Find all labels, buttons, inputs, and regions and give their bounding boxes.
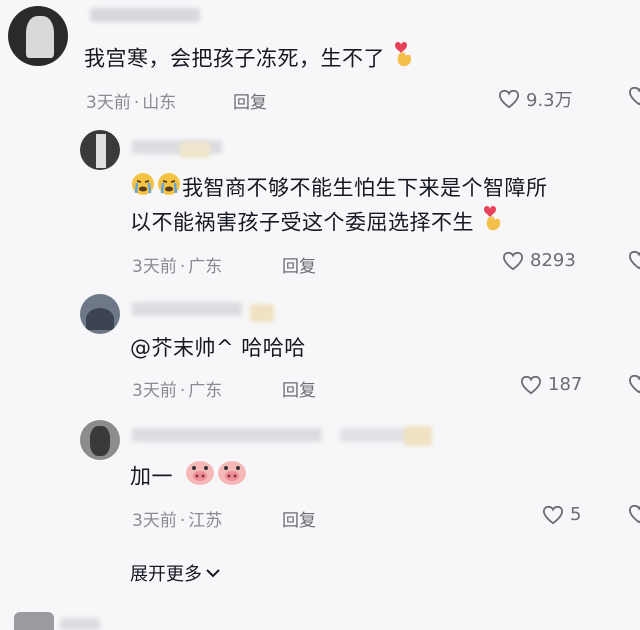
avatar[interactable] <box>80 294 120 334</box>
comment-body-line2: 以不能祸害孩子受这个委屈选择不生 <box>130 210 474 235</box>
blurred-username-badge <box>250 304 274 322</box>
finger-heart-emoji-icon <box>481 204 505 243</box>
chevron-down-icon <box>206 569 220 578</box>
comment-meta: 3天前 · 江苏 <box>132 511 223 531</box>
like-button[interactable]: 5 <box>542 504 581 525</box>
like-count: 187 <box>548 374 583 395</box>
heart-outline-icon <box>628 374 640 394</box>
blurred-username-badge <box>180 142 210 158</box>
like-count: 9.3万 <box>526 90 573 111</box>
heart-outline-icon <box>628 504 640 524</box>
blurred-username[interactable] <box>90 8 200 22</box>
pig-face-emoji-icon <box>184 458 216 497</box>
like-count: 8293 <box>530 250 576 271</box>
heart-outline-icon <box>502 251 524 270</box>
expand-more-label: 展开更多 <box>130 564 202 585</box>
avatar[interactable] <box>80 420 120 460</box>
reply-button[interactable]: 回复 <box>282 252 316 277</box>
heart-outline-icon <box>498 89 520 109</box>
comment-meta: 3天前 · 广东 <box>132 257 223 277</box>
expand-more-button[interactable]: 展开更多 <box>130 560 221 586</box>
comments-page: 我宫寒，会把孩子冻死，生不了 3天前 · 山东 回复 9.3万 我智商不够不能生… <box>0 0 640 630</box>
blurred-username-extra <box>340 428 410 442</box>
comment-text-line2: 以不能祸害孩子受这个委屈选择不生 <box>130 204 505 243</box>
reply-button[interactable]: 回复 <box>282 376 316 401</box>
avatar[interactable] <box>8 6 68 66</box>
comment-body-line1: 我智商不够不能生怕生下来是个智障所 <box>182 176 548 200</box>
like-count: 5 <box>570 504 582 525</box>
heart-outline-icon <box>520 375 542 394</box>
pig-face-emoji-icon <box>216 458 248 497</box>
comment-meta: 3天前 · 山东 <box>86 93 177 113</box>
like-button[interactable]: 187 <box>520 374 582 395</box>
crying-face-emoji-icon <box>156 171 182 208</box>
like-button-partial[interactable] <box>628 374 640 394</box>
comment-body: 我宫寒，会把孩子冻死，生不了 <box>84 46 385 71</box>
blurred-username-partial <box>60 618 100 630</box>
like-button[interactable]: 9.3万 <box>498 86 573 112</box>
finger-heart-emoji-icon <box>392 40 416 79</box>
comment-text: 加一 <box>130 458 248 497</box>
comment-body: 加一 <box>130 464 173 489</box>
comment-body: @芥末帅^ 哈哈哈 <box>130 336 306 360</box>
like-button-partial[interactable] <box>628 504 640 524</box>
comment-text: 我智商不够不能生怕生下来是个智障所 <box>130 170 548 208</box>
like-button-partial[interactable] <box>628 250 640 270</box>
reply-button[interactable]: 回复 <box>233 88 267 113</box>
blurred-username-badge <box>404 426 432 446</box>
avatar-partial[interactable] <box>14 612 54 630</box>
comment-text: 我宫寒，会把孩子冻死，生不了 <box>84 40 416 79</box>
blurred-username[interactable] <box>132 428 322 442</box>
heart-outline-icon <box>628 86 640 106</box>
avatar[interactable] <box>80 130 120 170</box>
heart-outline-icon <box>628 250 640 270</box>
like-button-partial[interactable] <box>628 86 640 106</box>
crying-face-emoji-icon <box>130 171 156 208</box>
blurred-username[interactable] <box>132 302 242 316</box>
like-button[interactable]: 8293 <box>502 250 576 271</box>
comment-meta: 3天前 · 广东 <box>132 381 223 401</box>
heart-outline-icon <box>542 505 564 524</box>
comment-text: @芥末帅^ 哈哈哈 <box>130 330 306 366</box>
reply-button[interactable]: 回复 <box>282 506 316 531</box>
